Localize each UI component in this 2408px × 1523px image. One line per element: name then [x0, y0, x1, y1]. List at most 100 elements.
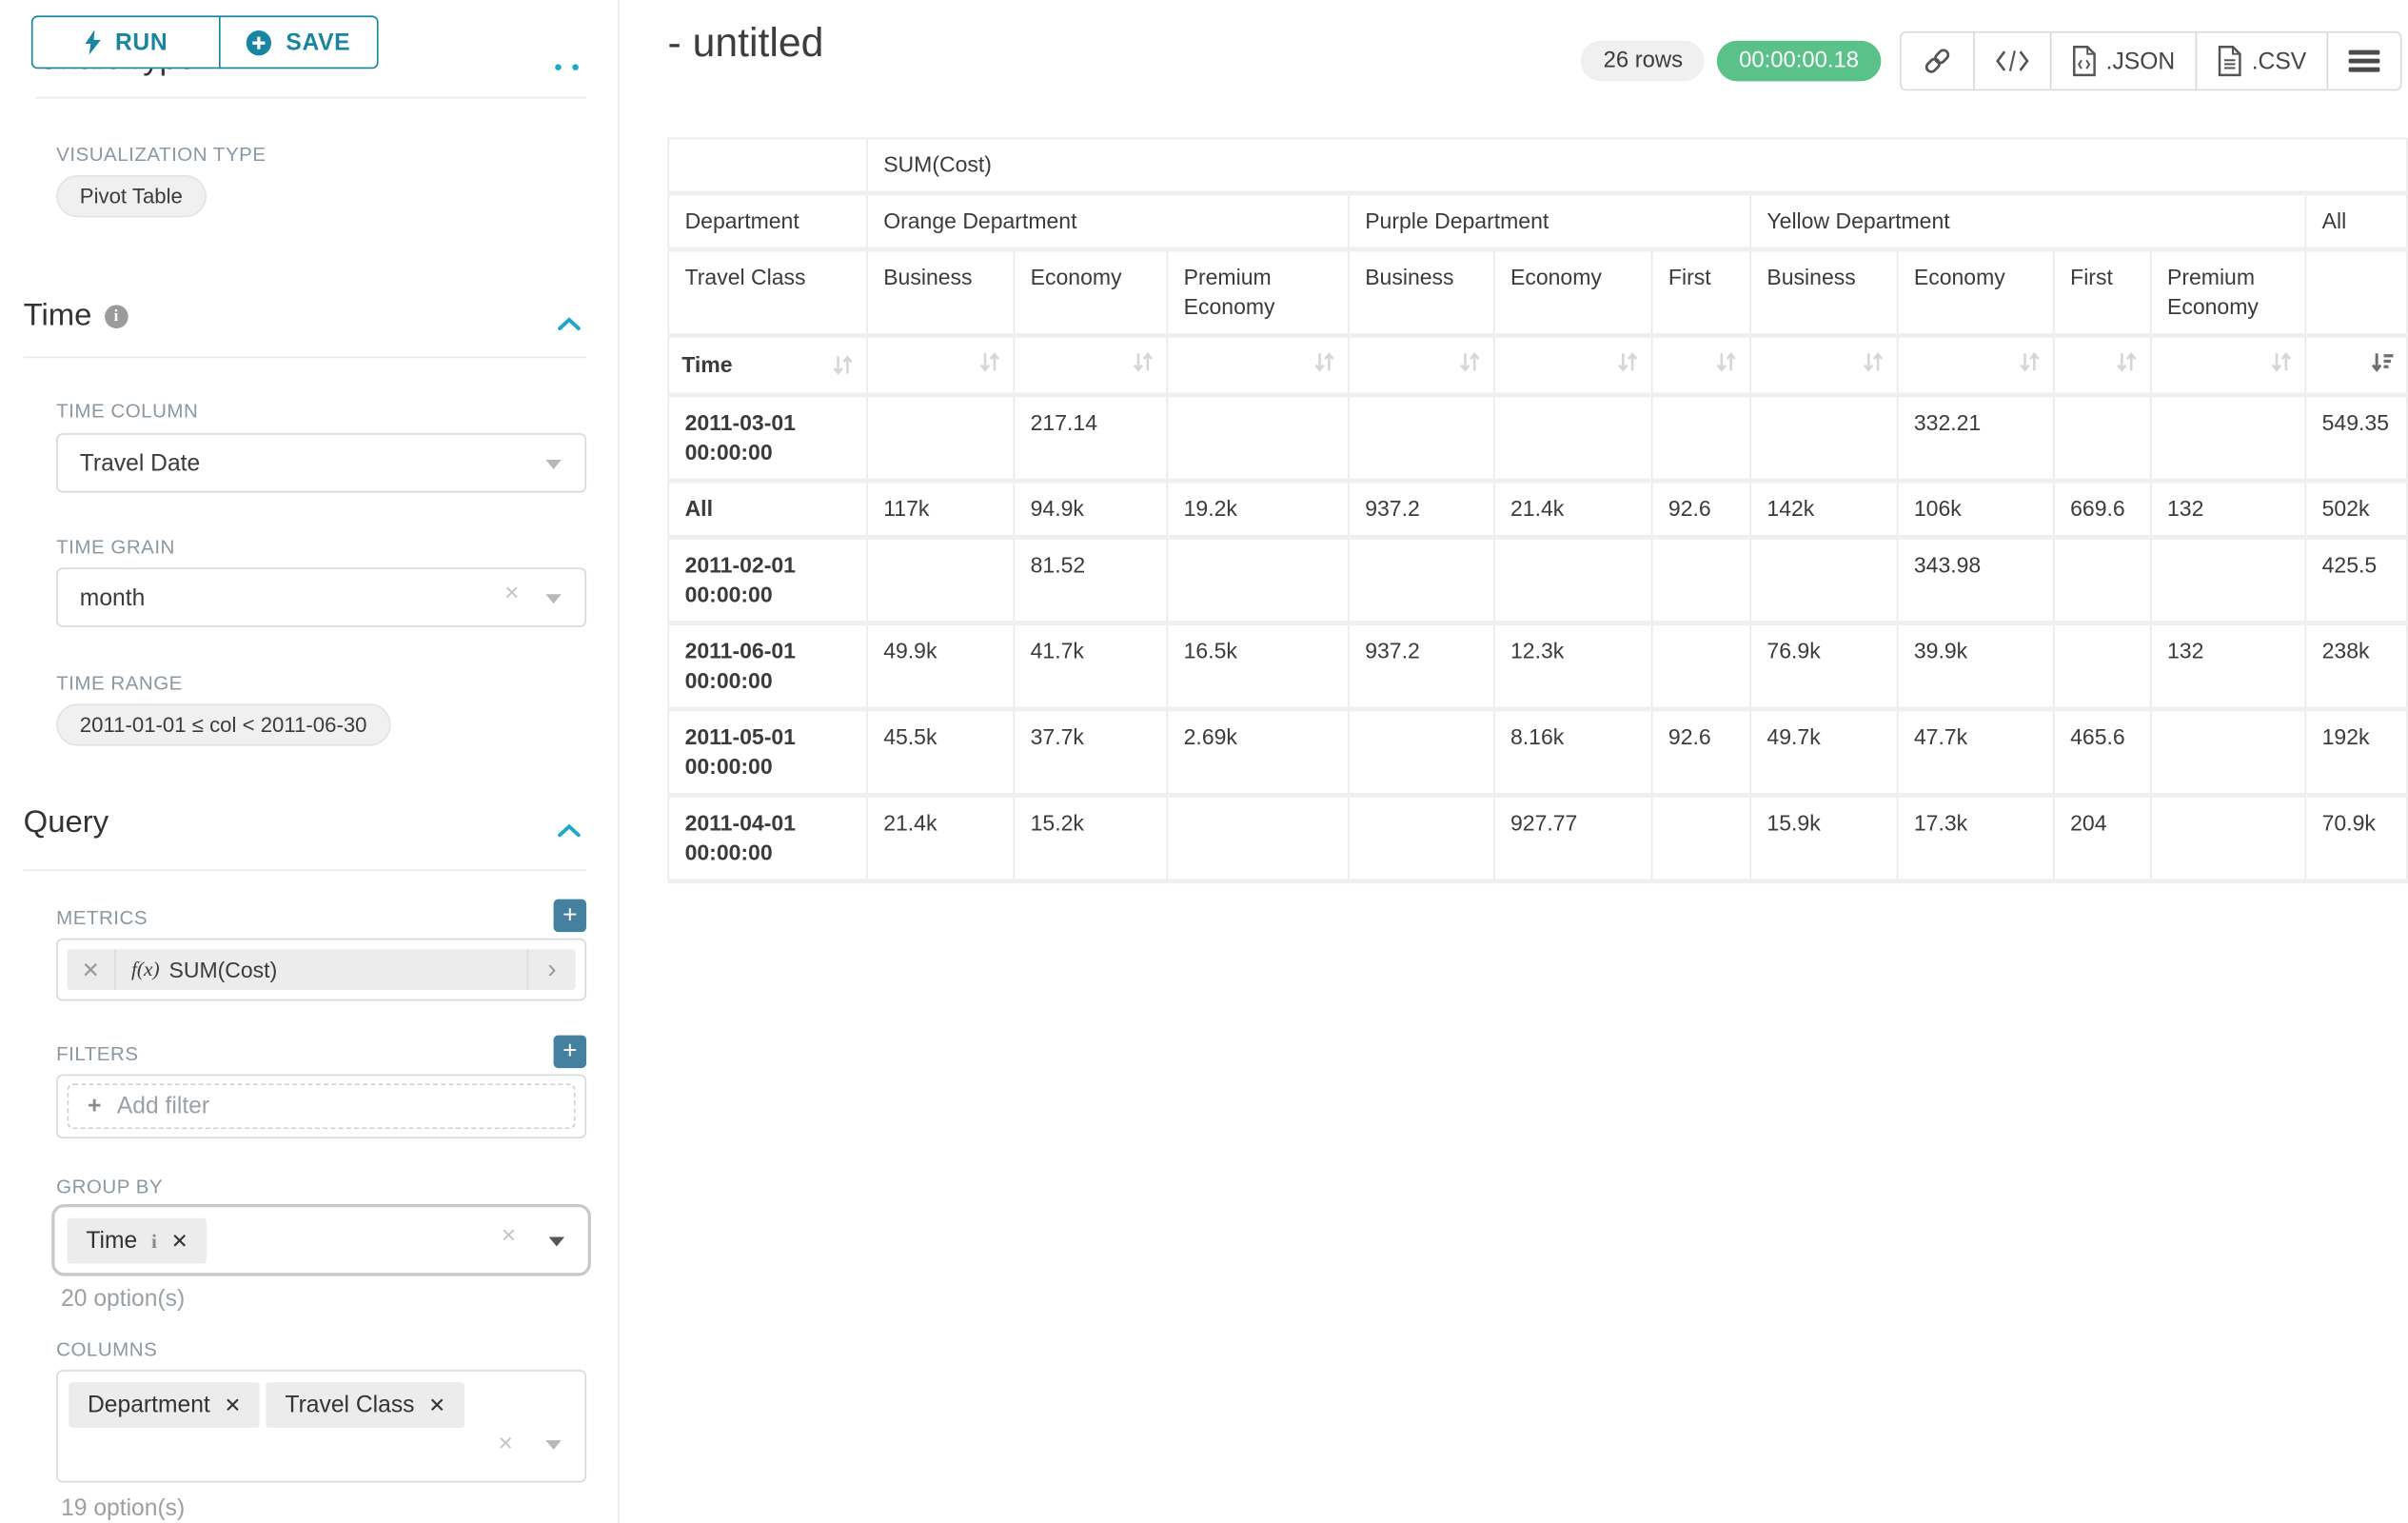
sort-icon[interactable]	[2270, 350, 2292, 374]
pivot-cell: 142k	[1750, 481, 1897, 537]
pivot-cell	[1652, 537, 1751, 623]
caret-down-icon[interactable]	[549, 1236, 564, 1246]
caret-down-icon[interactable]	[545, 1440, 561, 1450]
groupby-option-count: 20 option(s)	[61, 1285, 185, 1312]
clear-icon[interactable]: ×	[504, 580, 519, 608]
column-sort-cell[interactable]	[1494, 335, 1652, 394]
groupby-label: GROUP BY	[56, 1176, 163, 1197]
pivot-cell: 12.3k	[1494, 623, 1652, 709]
pivot-cell	[1652, 395, 1751, 481]
column-sort-cell[interactable]	[1014, 335, 1167, 394]
control-panel: Chart Type RUN SAVE VISUALIZATION TYPE P…	[0, 0, 620, 1523]
remove-tag-icon[interactable]: ✕	[225, 1393, 242, 1417]
chevron-up-icon	[557, 822, 582, 838]
sort-icon[interactable]	[832, 353, 854, 377]
sort-icon[interactable]	[1459, 350, 1481, 374]
dimension-tag[interactable]: Department✕	[69, 1382, 260, 1428]
export-json-button[interactable]: .JSON	[2049, 32, 2195, 89]
time-column-select[interactable]: Travel Date	[56, 433, 586, 492]
pivot-cell: 47.7k	[1898, 709, 2054, 795]
collapse-query-section[interactable]	[557, 818, 582, 846]
pivot-cell: 549.35	[2305, 395, 2407, 481]
pivot-cell	[1349, 537, 1494, 623]
pivot-cell	[2054, 395, 2151, 481]
pivot-cell: 132	[2151, 481, 2306, 537]
metric-header: SUM(Cost)	[867, 138, 2407, 193]
remove-metric-icon[interactable]: ✕	[68, 949, 116, 990]
sort-icon[interactable]	[1313, 350, 1335, 374]
pivot-cell: 19.2k	[1167, 481, 1349, 537]
metric-pill[interactable]: ✕ f(x) SUM(Cost) ›	[68, 949, 576, 990]
run-button[interactable]: RUN	[31, 15, 221, 69]
viz-type-pill[interactable]: Pivot Table	[56, 175, 206, 217]
sort-icon[interactable]	[1863, 350, 1885, 374]
pivot-cell: 425.5	[2305, 537, 2407, 623]
save-button[interactable]: SAVE	[218, 15, 378, 69]
time-grain-select[interactable]: month ×	[56, 567, 586, 626]
query-section-label: Query	[24, 805, 109, 841]
pivot-data-row: 2011-02-01 00:00:0081.52343.98425.5	[668, 537, 2407, 623]
collapse-time-section[interactable]	[557, 311, 582, 340]
column-info-icon: i	[151, 1228, 157, 1253]
pivot-col-header: Business	[867, 249, 1014, 335]
dimension-tag[interactable]: Travel Class✕	[266, 1382, 464, 1428]
sort-icon[interactable]	[1617, 350, 1639, 374]
remove-tag-icon[interactable]: ✕	[171, 1228, 188, 1253]
dimension-tag[interactable]: Timei✕	[68, 1218, 207, 1264]
caret-down-icon	[545, 460, 561, 469]
pivot-cell: 343.98	[1898, 537, 2054, 623]
column-sort-cell[interactable]	[2054, 335, 2151, 394]
pivot-cell: 49.7k	[1750, 709, 1897, 795]
column-sort-cell[interactable]	[1349, 335, 1494, 394]
remove-tag-icon[interactable]: ✕	[428, 1393, 445, 1417]
column-sort-cell[interactable]	[2151, 335, 2306, 394]
view-query-button[interactable]	[1973, 32, 2050, 89]
groupby-select[interactable]: Timei✕ ×	[51, 1204, 591, 1276]
sort-icon[interactable]	[2019, 350, 2041, 374]
export-button-group: .JSON .CSV	[1900, 31, 2402, 90]
add-filter-plus-button[interactable]: +	[554, 1036, 587, 1069]
clear-icon[interactable]: ×	[499, 1431, 513, 1459]
add-filter-button[interactable]: + Add filter	[68, 1083, 576, 1129]
sort-icon[interactable]	[1132, 350, 1154, 374]
column-sort-cell[interactable]	[867, 335, 1014, 394]
pivot-cell: 238k	[2305, 623, 2407, 709]
add-metric-button[interactable]: +	[554, 900, 587, 933]
row-dimension-sort-cell[interactable]: Time	[668, 335, 867, 394]
pivot-cell: 21.4k	[867, 795, 1014, 880]
share-link-button[interactable]	[1901, 32, 1973, 89]
export-csv-label: .CSV	[2252, 48, 2307, 74]
column-sort-cell[interactable]	[1167, 335, 1349, 394]
pivot-group-header: Yellow Department	[1750, 193, 2305, 249]
time-range-pill[interactable]: 2011-01-01 ≤ col < 2011-06-30	[56, 703, 390, 745]
sort-desc-icon[interactable]	[2369, 350, 2394, 374]
pivot-cell	[1652, 623, 1751, 709]
column-sort-cell[interactable]	[1750, 335, 1897, 394]
export-json-label: .JSON	[2106, 48, 2176, 74]
column-sort-cell[interactable]	[1898, 335, 2054, 394]
column-sort-cell[interactable]	[1652, 335, 1751, 394]
pivot-cell	[1349, 709, 1494, 795]
file-lines-icon	[2218, 46, 2242, 77]
chevron-up-icon	[557, 316, 582, 331]
pivot-col-header: First	[2054, 249, 2151, 335]
export-csv-button[interactable]: .CSV	[2196, 32, 2327, 89]
more-menu-button[interactable]	[2327, 32, 2400, 89]
sort-icon[interactable]	[2116, 350, 2138, 374]
pivot-cell: 2.69k	[1167, 709, 1349, 795]
chart-title[interactable]: - untitled	[667, 19, 823, 68]
pivot-cell	[1349, 395, 1494, 481]
subgroup-header-row: Travel ClassBusinessEconomyPremium Econo…	[668, 249, 2407, 335]
pivot-row-label: 2011-02-01 00:00:00	[668, 537, 867, 623]
columns-select[interactable]: Department✕Travel Class✕ ×	[56, 1370, 586, 1482]
edit-metric-chevron[interactable]: ›	[527, 949, 576, 990]
sort-icon[interactable]	[978, 350, 1000, 374]
sort-icon[interactable]	[1715, 350, 1737, 374]
info-icon: i	[105, 305, 128, 328]
pivot-col-header: First	[1652, 249, 1751, 335]
pivot-cell: 37.7k	[1014, 709, 1167, 795]
pivot-cell: 15.2k	[1014, 795, 1167, 880]
column-sort-cell[interactable]	[2305, 335, 2407, 394]
clear-icon[interactable]: ×	[502, 1223, 516, 1252]
pivot-cell: 41.7k	[1014, 623, 1167, 709]
